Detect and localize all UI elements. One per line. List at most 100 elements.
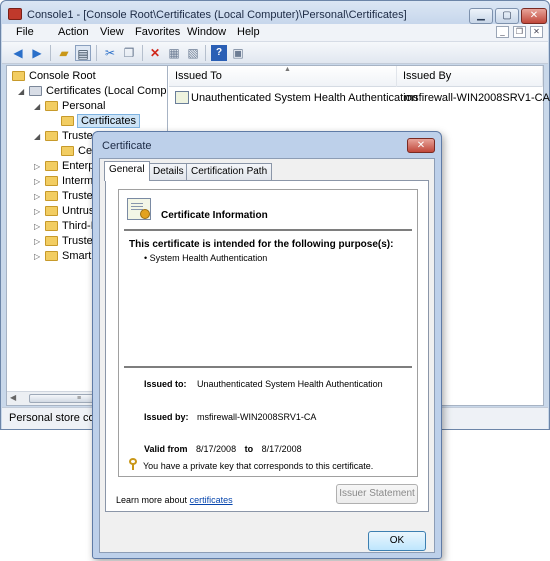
folder-icon bbox=[45, 206, 58, 216]
toolbar-separator bbox=[96, 45, 97, 61]
console-title: Console1 - [Console Root\Certificates (L… bbox=[27, 9, 407, 21]
folder-icon bbox=[45, 131, 58, 141]
folder-icon bbox=[45, 236, 58, 246]
toolbar-separator bbox=[205, 45, 206, 61]
purpose-item: • System Health Authentication bbox=[144, 253, 268, 263]
divider bbox=[124, 229, 412, 231]
issued-by-label: Issued by: bbox=[144, 412, 189, 422]
help-icon[interactable]: ? bbox=[211, 45, 227, 61]
maximize-button[interactable]: ▢ bbox=[495, 8, 519, 24]
minimize-button[interactable]: ▁ bbox=[469, 8, 493, 24]
cut-icon[interactable]: ✂ bbox=[102, 45, 118, 61]
valid-to-label: to bbox=[244, 444, 254, 454]
mdi-close-button[interactable]: ✕ bbox=[530, 26, 543, 38]
folder-icon bbox=[12, 71, 25, 81]
certificate-info-box: Certificate Information This certificate… bbox=[118, 189, 418, 477]
tab-details[interactable]: Details bbox=[148, 163, 189, 180]
cell-issued-to: Unauthenticated System Health Authentica… bbox=[191, 92, 418, 104]
valid-from-label: Valid from bbox=[144, 444, 188, 454]
mmc-app-icon bbox=[8, 8, 22, 20]
learn-more-text: Learn more about bbox=[116, 495, 188, 505]
learn-more-row: Learn more about certificates bbox=[116, 495, 233, 505]
expand-arrow-icon[interactable]: ▷ bbox=[34, 234, 42, 249]
folder-icon bbox=[61, 116, 74, 126]
show-hide-tree-icon[interactable]: ▤ bbox=[75, 45, 91, 61]
tree-item-label: Certificates bbox=[77, 114, 141, 128]
dialog-body: General Details Certification Path Certi… bbox=[99, 158, 435, 553]
certificate-icon bbox=[175, 91, 189, 104]
tab-general[interactable]: General bbox=[104, 161, 150, 181]
copy-icon[interactable]: ❐ bbox=[121, 45, 137, 61]
expand-arrow-icon[interactable]: ▷ bbox=[34, 204, 42, 219]
column-issued-to[interactable]: Issued To bbox=[169, 66, 397, 87]
collapse-arrow-icon[interactable]: ◢ bbox=[18, 84, 26, 99]
private-key-text: You have a private key that corresponds … bbox=[143, 461, 374, 471]
issued-by-value: msfirewall-WIN2008SRV1-CA bbox=[197, 412, 317, 422]
tree-item-label: Certificates (Local Computer) bbox=[46, 85, 167, 97]
issued-to-value: Unauthenticated System Health Authentica… bbox=[197, 379, 383, 389]
certificates-snapin-icon bbox=[29, 86, 42, 96]
menu-view[interactable]: View bbox=[100, 26, 124, 38]
tree-item-label: Personal bbox=[62, 100, 106, 112]
list-header: Issued To ▲ Issued By bbox=[169, 66, 543, 87]
mdi-minimize-button[interactable]: _ bbox=[496, 26, 509, 38]
properties-icon[interactable]: ▦ bbox=[166, 45, 182, 61]
scroll-left-icon[interactable]: ◀ bbox=[10, 393, 16, 402]
folder-icon bbox=[45, 191, 58, 201]
issued-to-row: Issued to: Unauthenticated System Health… bbox=[144, 379, 383, 389]
valid-from-value: 8/17/2008 bbox=[196, 444, 237, 454]
dialog-titlebar[interactable]: Certificate ✕ bbox=[93, 132, 441, 158]
divider bbox=[124, 366, 412, 368]
close-button[interactable]: ✕ bbox=[521, 8, 547, 24]
tab-certification-path[interactable]: Certification Path bbox=[186, 163, 273, 180]
issued-by-row: Issued by: msfirewall-WIN2008SRV1-CA bbox=[144, 412, 316, 422]
info-title: Certificate Information bbox=[161, 210, 268, 221]
certificates-link[interactable]: certificates bbox=[190, 495, 233, 505]
toolbar: ◀ ▶ ▰ ▤ ✂ ❐ ✕ ▦ ▧ ? ▣ bbox=[2, 42, 548, 64]
folder-icon bbox=[45, 176, 58, 186]
folder-icon bbox=[45, 251, 58, 261]
valid-to-value: 8/17/2008 bbox=[261, 444, 302, 454]
collapse-arrow-icon[interactable]: ◢ bbox=[34, 99, 42, 114]
dialog-close-button[interactable]: ✕ bbox=[407, 138, 435, 153]
certificate-dialog: Certificate ✕ General Details Certificat… bbox=[92, 131, 442, 559]
expand-arrow-icon[interactable]: ▷ bbox=[34, 219, 42, 234]
ok-button[interactable]: OK bbox=[368, 531, 426, 551]
expand-arrow-icon[interactable]: ▷ bbox=[34, 189, 42, 204]
expand-arrow-icon[interactable]: ▷ bbox=[34, 174, 42, 189]
sort-ascending-icon: ▲ bbox=[284, 66, 291, 73]
menu-window[interactable]: Window bbox=[187, 26, 226, 38]
up-folder-icon[interactable]: ▰ bbox=[56, 45, 72, 61]
menu-favorites[interactable]: Favorites bbox=[135, 26, 180, 38]
forward-arrow-icon[interactable]: ▶ bbox=[29, 45, 45, 61]
export-icon[interactable]: ▧ bbox=[185, 45, 201, 61]
toolbar-separator bbox=[50, 45, 51, 61]
tree-item-label: Console Root bbox=[29, 70, 96, 82]
menu-help[interactable]: Help bbox=[237, 26, 260, 38]
expand-arrow-icon[interactable]: ▷ bbox=[34, 159, 42, 174]
cell-issued-by: msfirewall-WIN2008SRV1-CA bbox=[404, 92, 550, 104]
issuer-statement-button[interactable]: Issuer Statement bbox=[336, 484, 418, 504]
general-tab-panel: Certificate Information This certificate… bbox=[105, 180, 429, 512]
folder-icon bbox=[61, 146, 74, 156]
back-arrow-icon[interactable]: ◀ bbox=[10, 45, 26, 61]
delete-icon[interactable]: ✕ bbox=[147, 45, 163, 61]
dialog-title: Certificate bbox=[102, 140, 152, 152]
column-issued-by[interactable]: Issued By bbox=[397, 66, 543, 87]
table-row[interactable]: Unauthenticated System Health Authentica… bbox=[169, 90, 550, 107]
collapse-arrow-icon[interactable]: ◢ bbox=[34, 129, 42, 144]
mdi-restore-button[interactable]: ❐ bbox=[513, 26, 526, 38]
expand-arrow-icon[interactable]: ▷ bbox=[34, 249, 42, 264]
menu-bar: File Action View Favorites Window Help _… bbox=[2, 24, 548, 42]
menu-file[interactable]: File bbox=[16, 26, 34, 38]
certificate-icon bbox=[127, 198, 151, 220]
issued-to-label: Issued to: bbox=[144, 379, 187, 389]
toolbar-separator bbox=[142, 45, 143, 61]
menu-action[interactable]: Action bbox=[58, 26, 89, 38]
purpose-heading: This certificate is intended for the fol… bbox=[129, 239, 394, 250]
validity-row: Valid from 8/17/2008 to 8/17/2008 bbox=[144, 444, 302, 454]
key-icon bbox=[129, 458, 137, 470]
folder-icon bbox=[45, 221, 58, 231]
action-pane-icon[interactable]: ▣ bbox=[230, 45, 246, 61]
folder-icon bbox=[45, 101, 58, 111]
